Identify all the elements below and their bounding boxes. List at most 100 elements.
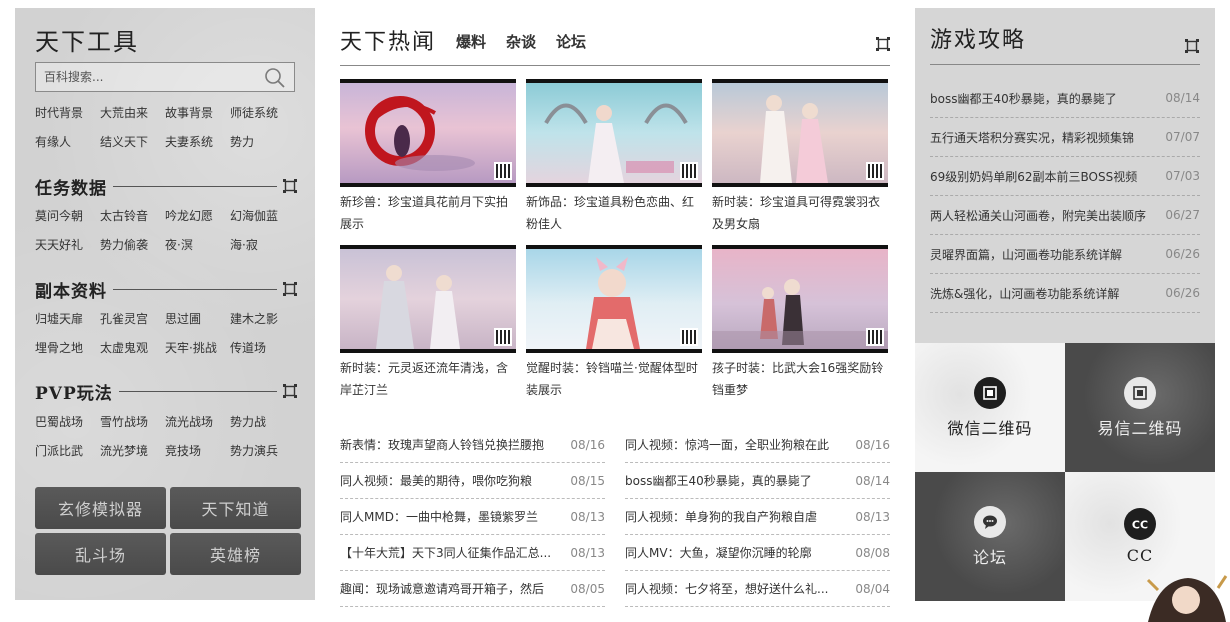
news-row[interactable]: 同人视频：惊鸿一面，全职业狗粮在此 08/16 [625,427,890,463]
tab-leaks[interactable]: 爆料 [456,31,486,52]
tool-link[interactable]: 势力 [230,133,295,152]
news-row[interactable]: 【十年大荒】天下3同人征集作品汇总... 08/13 [340,535,605,571]
pvp-link[interactable]: 门派比武 [35,442,100,461]
search-icon[interactable] [264,67,286,89]
expand-icon[interactable] [283,384,297,398]
news-row[interactable]: boss幽都王40秒暴毙，真的暴毙了 08/14 [625,463,890,499]
guide-row[interactable]: boss幽都王40秒暴毙，真的暴毙了 08/14 [930,79,1200,118]
video-caption[interactable]: 新时装：珍宝道具可得霓裳羽衣及男女扇 [712,191,888,235]
news-row[interactable]: 同人视频：七夕将至，想好送什么礼... 08/04 [625,571,890,607]
guide-row[interactable]: 两人轻松通关山河画卷，附完美出装顺序 06/27 [930,196,1200,235]
guide-title[interactable]: 69级别奶妈单刷62副本前三BOSS视频 [930,168,1137,185]
quest-link[interactable]: 莫问今朝 [35,207,100,226]
dungeon-link[interactable]: 归墟天扉 [35,310,100,329]
pvp-link[interactable]: 势力战 [230,413,295,432]
news-row[interactable]: 同人MV：大鱼，凝望你沉睡的轮廓 08/08 [625,535,890,571]
news-title[interactable]: 同人视频：惊鸿一面，全职业狗粮在此 [625,436,829,453]
news-row[interactable]: 新表情：玫瑰声望商人铃铛兑换拦腰抱 08/16 [340,427,605,463]
dungeon-link[interactable]: 建木之影 [230,310,295,329]
news-title[interactable]: 同人视频：单身狗的我自产狗粮自虐 [625,508,817,525]
quest-link[interactable]: 太古铃音 [100,207,165,226]
yixin-qr-tile[interactable]: 易信二维码 [1065,343,1215,472]
ranking-button[interactable]: 英雄榜 [170,533,301,575]
video-caption[interactable]: 新时装：元灵返还流年清浅，含岸芷汀兰 [340,357,516,401]
dungeon-link[interactable]: 天牢·挑战 [165,339,230,358]
video-caption[interactable]: 新饰品：珍宝道具粉色恋曲、红粉佳人 [526,191,702,235]
news-title[interactable]: 趣闻：现场诚意邀请鸡哥开箱子，然后 [340,580,544,597]
quest-link[interactable]: 夜·溟 [165,236,230,255]
pvp-link[interactable]: 流光梦境 [100,442,165,461]
arena-button[interactable]: 乱斗场 [35,533,166,575]
news-title[interactable]: 同人视频：最美的期待，喂你吃狗粮 [340,472,532,489]
video-thumbnail[interactable] [526,245,702,353]
video-thumbnail[interactable] [712,79,888,187]
guide-title[interactable]: 灵曜界面篇，山河画卷功能系统详解 [930,246,1122,263]
knowledge-button[interactable]: 天下知道 [170,487,301,529]
guide-title[interactable]: boss幽都王40秒暴毙，真的暴毙了 [930,90,1117,107]
quest-link[interactable]: 天天好礼 [35,236,100,255]
pvp-link[interactable]: 巴蜀战场 [35,413,100,432]
guide-title[interactable]: 洗炼&强化，山河画卷功能系统详解 [930,285,1119,302]
news-title[interactable]: 新表情：玫瑰声望商人铃铛兑换拦腰抱 [340,436,544,453]
tool-link[interactable]: 夫妻系统 [165,133,230,152]
tool-link[interactable]: 大荒由来 [100,104,165,123]
news-title[interactable]: 【十年大荒】天下3同人征集作品汇总... [340,544,550,561]
guide-row[interactable]: 灵曜界面篇，山河画卷功能系统详解 06/26 [930,235,1200,274]
forum-tile[interactable]: 论坛 [915,472,1065,601]
news-row[interactable]: 同人视频：单身狗的我自产狗粮自虐 08/13 [625,499,890,535]
dungeon-link[interactable]: 传道场 [230,339,295,358]
video-caption[interactable]: 孩子时装：比武大会16强奖励铃铛重梦 [712,357,888,401]
guide-row[interactable]: 洗炼&强化，山河画卷功能系统详解 06/26 [930,274,1200,313]
guide-row[interactable]: 五行通天塔积分赛实况，精彩视频集锦 07/07 [930,118,1200,157]
simulator-button[interactable]: 玄修模拟器 [35,487,166,529]
tool-link[interactable]: 结义天下 [100,133,165,152]
pvp-link[interactable]: 势力演兵 [230,442,295,461]
dungeon-link[interactable]: 太虚鬼观 [100,339,165,358]
news-title[interactable]: 同人视频：七夕将至，想好送什么礼... [625,580,828,597]
quest-link[interactable]: 幻海伽蓝 [230,207,295,226]
video-card[interactable]: 孩子时装：比武大会16强奖励铃铛重梦 [712,245,888,411]
tool-link[interactable]: 时代背景 [35,104,100,123]
dungeon-link[interactable]: 孔雀灵宫 [100,310,165,329]
dungeon-link[interactable]: 埋骨之地 [35,339,100,358]
video-caption[interactable]: 新珍兽：珍宝道具花前月下实拍展示 [340,191,516,235]
guide-title[interactable]: 五行通天塔积分赛实况，精彩视频集锦 [930,129,1134,146]
wechat-qr-tile[interactable]: 微信二维码 [915,343,1065,472]
expand-icon[interactable] [283,179,297,193]
video-card[interactable]: 觉醒时装：铃铛喵兰·觉醒体型时装展示 [526,245,702,411]
video-card[interactable]: 新时装：元灵返还流年清浅，含岸芷汀兰 [340,245,516,411]
pvp-link[interactable]: 流光战场 [165,413,230,432]
video-thumbnail[interactable] [340,245,516,353]
video-caption[interactable]: 觉醒时装：铃铛喵兰·觉醒体型时装展示 [526,357,702,401]
search-input[interactable] [36,63,256,91]
pvp-link[interactable]: 竞技场 [165,442,230,461]
expand-icon[interactable] [876,37,890,51]
quest-link[interactable]: 海·寂 [230,236,295,255]
news-title[interactable]: boss幽都王40秒暴毙，真的暴毙了 [625,472,812,489]
dungeon-link[interactable]: 思过圃 [165,310,230,329]
video-thumbnail[interactable] [340,79,516,187]
divider [113,185,277,187]
tool-link[interactable]: 故事背景 [165,104,230,123]
news-row[interactable]: 趣闻：现场诚意邀请鸡哥开箱子，然后 08/05 [340,571,605,607]
tab-misc[interactable]: 杂谈 [506,31,536,52]
expand-icon[interactable] [1185,39,1199,53]
video-card[interactable]: 新饰品：珍宝道具粉色恋曲、红粉佳人 [526,79,702,245]
quest-link[interactable]: 势力偷袭 [100,236,165,255]
expand-icon[interactable] [283,282,297,296]
video-card[interactable]: 新时装：珍宝道具可得霓裳羽衣及男女扇 [712,79,888,245]
tool-link[interactable]: 师徒系统 [230,104,295,123]
tool-link[interactable]: 有缘人 [35,133,100,152]
quest-link[interactable]: 吟龙幻愿 [165,207,230,226]
news-row[interactable]: 同人MMD：一曲中枪舞，墨镜紫罗兰 08/13 [340,499,605,535]
guide-title[interactable]: 两人轻松通关山河画卷，附完美出装顺序 [930,207,1146,224]
pvp-link[interactable]: 雪竹战场 [100,413,165,432]
video-thumbnail[interactable] [526,79,702,187]
video-thumbnail[interactable] [712,245,888,353]
news-title[interactable]: 同人MV：大鱼，凝望你沉睡的轮廓 [625,544,812,561]
news-title[interactable]: 同人MMD：一曲中枪舞，墨镜紫罗兰 [340,508,538,525]
video-card[interactable]: 新珍兽：珍宝道具花前月下实拍展示 [340,79,516,245]
news-row[interactable]: 同人视频：最美的期待，喂你吃狗粮 08/15 [340,463,605,499]
tab-forum[interactable]: 论坛 [556,31,586,52]
guide-row[interactable]: 69级别奶妈单刷62副本前三BOSS视频 07/03 [930,157,1200,196]
